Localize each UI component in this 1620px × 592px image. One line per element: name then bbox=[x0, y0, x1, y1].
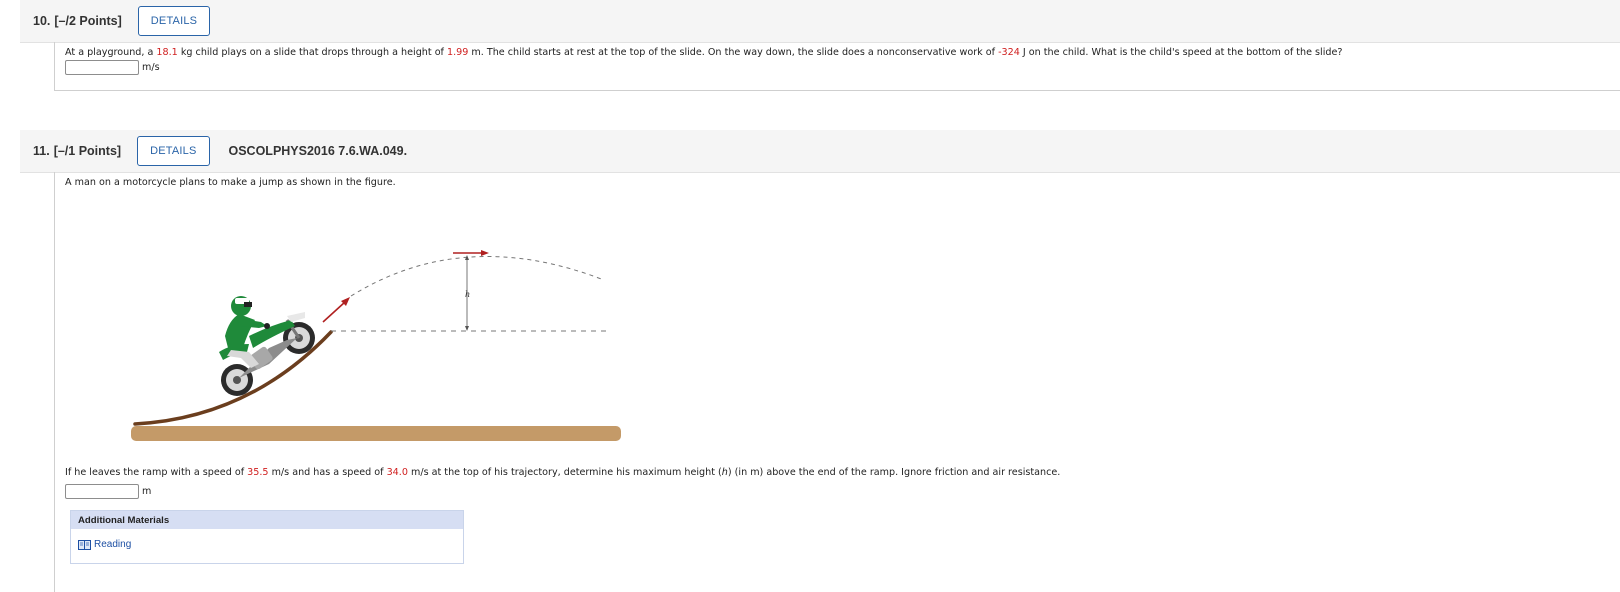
q10-work-value: -324 bbox=[998, 47, 1020, 58]
q10-header: 10. [–/2 Points] DETAILS bbox=[20, 0, 1620, 43]
q10-number: 10. bbox=[33, 14, 51, 28]
q11-problem-code: OSCOLPHYS2016 7.6.WA.049. bbox=[228, 144, 408, 158]
book-icon bbox=[78, 539, 91, 550]
q10-answer-row: m/s bbox=[65, 60, 160, 75]
q10-answer-input[interactable] bbox=[65, 60, 139, 75]
q11-header: 11. [–/1 Points] DETAILS OSCOLPHYS2016 7… bbox=[20, 130, 1620, 173]
q11-prompt: If he leaves the ramp with a speed of 35… bbox=[65, 467, 1060, 478]
motorcycle-rider bbox=[219, 296, 315, 396]
q11-answer-input[interactable] bbox=[65, 484, 139, 499]
q10-unit: m/s bbox=[142, 62, 160, 73]
q11-prompt-text: m/s at the top of his trajectory, determ… bbox=[407, 467, 722, 478]
q10-height-value: 1.99 bbox=[447, 47, 469, 58]
q11-number: 11. bbox=[33, 144, 50, 158]
q10-prompt-text: m. The child starts at rest at the top o… bbox=[468, 47, 999, 58]
q11-unit: m bbox=[142, 486, 152, 497]
q10-mass-value: 18.1 bbox=[156, 47, 178, 58]
q10-prompt: At a playground, a 18.1 kg child plays o… bbox=[65, 47, 1342, 58]
top-arrow-head bbox=[481, 250, 489, 256]
q11-details-button[interactable]: DETAILS bbox=[137, 136, 210, 166]
q11-launch-speed-value: 35.5 bbox=[247, 467, 269, 478]
q11-points: [–/1 Points] bbox=[53, 144, 122, 158]
additional-materials-panel: Additional Materials Reading bbox=[70, 510, 464, 564]
q11-intro: A man on a motorcycle plans to make a ju… bbox=[65, 177, 396, 188]
q10-prompt-text: At a playground, a bbox=[65, 47, 157, 58]
q11-prompt-text: m/s and has a speed of bbox=[268, 467, 387, 478]
q10-details-button[interactable]: DETAILS bbox=[137, 6, 211, 36]
q10-body: At a playground, a 18.1 kg child plays o… bbox=[54, 42, 1620, 91]
q11-prompt-text: If he leaves the ramp with a speed of bbox=[65, 467, 248, 478]
height-arrow-bottom bbox=[465, 326, 469, 331]
height-label: h bbox=[465, 290, 470, 299]
additional-materials-title: Additional Materials bbox=[71, 511, 463, 529]
q10-points: [–/2 Points] bbox=[54, 14, 122, 28]
launch-velocity-arrow bbox=[322, 301, 346, 323]
motorcycle-jump-figure: h bbox=[131, 250, 621, 441]
reading-link-label: Reading bbox=[94, 539, 132, 550]
q10-prompt-text: kg child plays on a slide that drops thr… bbox=[177, 47, 447, 58]
q11-top-speed-value: 34.0 bbox=[386, 467, 408, 478]
ground-bar bbox=[131, 426, 621, 441]
reading-link[interactable]: Reading bbox=[78, 539, 131, 550]
q11-answer-row: m bbox=[65, 484, 151, 499]
q11-prompt-text: ) (in m) above the end of the ramp. Igno… bbox=[727, 467, 1061, 478]
q10-prompt-text: J on the child. What is the child's spee… bbox=[1019, 47, 1343, 58]
trajectory-path bbox=[350, 256, 605, 297]
